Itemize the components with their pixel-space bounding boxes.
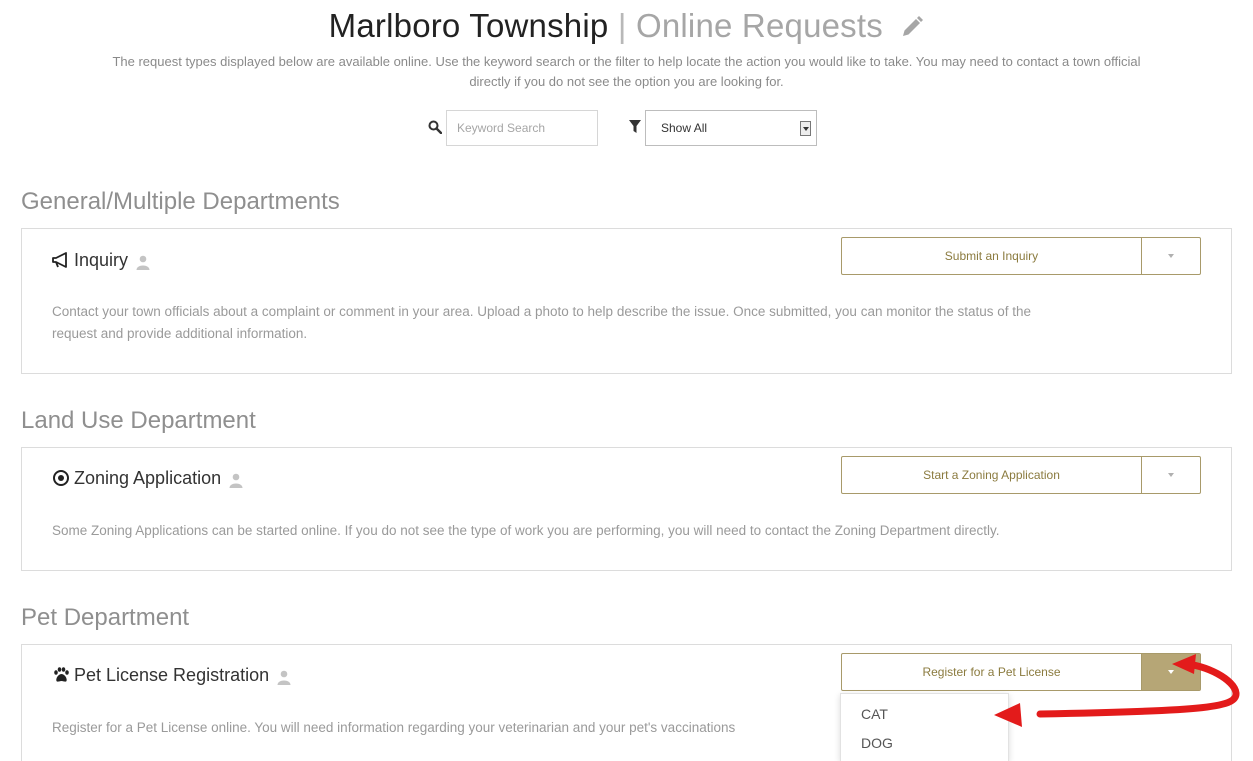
online-requests-page: Marlboro Township | Online Requests The … [0,0,1253,761]
target-icon [52,469,70,487]
dropdown-item-cat[interactable]: CAT [861,706,888,722]
keyword-search-input[interactable] [446,110,598,146]
person-icon [277,668,291,685]
person-icon [229,471,243,488]
inquiry-split-button: Submit an Inquiry [841,237,1201,275]
card-description: Contact your town officials about a comp… [52,301,1192,345]
zoning-dropdown-toggle[interactable] [1142,457,1200,493]
search-icon [428,120,443,135]
pet-type-dropdown-menu: CAT DOG [840,693,1009,761]
intro-line-2: directly if you do not see the option yo… [469,74,784,89]
section-heading-general: General/Multiple Departments [21,188,340,215]
section-heading-pet: Pet Department [21,604,190,631]
description-line-2: request and provide additional informati… [52,326,308,341]
card-title-text: Pet License Registration [74,665,270,685]
intro-line-1: The request types displayed below are av… [112,54,1141,69]
paw-icon [52,666,70,684]
card-title-pet-license: Pet License Registration [52,664,295,686]
filter-selected-value: Show All [661,121,708,135]
pet-license-split-button: Register for a Pet License [841,653,1201,691]
description-line-1: Register for a Pet License online. You w… [52,720,736,735]
page-title: Marlboro Township | Online Requests [0,6,1253,48]
title-separator: | [617,7,627,44]
request-card-inquiry: Inquiry Submit an Inquiry Contact your t… [21,228,1232,374]
dropdown-item-dog[interactable]: DOG [861,735,893,751]
card-title-text: Inquiry [74,250,129,270]
intro-text: The request types displayed below are av… [0,52,1253,92]
megaphone-icon [52,251,70,269]
person-icon [136,253,150,270]
register-pet-license-button[interactable]: Register for a Pet License [842,654,1142,690]
card-description: Register for a Pet License online. You w… [52,717,1192,739]
title-main: Marlboro Township [328,7,609,44]
card-description: Some Zoning Applications can be started … [52,520,1192,542]
submit-inquiry-button[interactable]: Submit an Inquiry [842,238,1142,274]
card-title-text: Zoning Application [74,468,222,488]
card-title-zoning: Zoning Application [52,467,247,489]
filter-icon [629,120,641,134]
inquiry-dropdown-toggle[interactable] [1142,238,1200,274]
pet-license-dropdown-toggle[interactable] [1142,654,1200,690]
description-line-1: Some Zoning Applications can be started … [52,523,1000,538]
card-title-inquiry: Inquiry [52,249,154,271]
title-sub: Online Requests [635,7,883,44]
pencil-icon [900,8,924,48]
request-card-zoning: Zoning Application Start a Zoning Applic… [21,447,1232,571]
section-heading-land-use: Land Use Department [21,407,256,434]
request-card-pet-license: Pet License Registration Register for a … [21,644,1232,761]
select-arrow-icon[interactable] [800,121,811,136]
start-zoning-application-button[interactable]: Start a Zoning Application [842,457,1142,493]
description-line-1: Contact your town officials about a comp… [52,304,1032,319]
department-filter-select[interactable]: Show All [645,110,817,146]
zoning-split-button: Start a Zoning Application [841,456,1201,494]
